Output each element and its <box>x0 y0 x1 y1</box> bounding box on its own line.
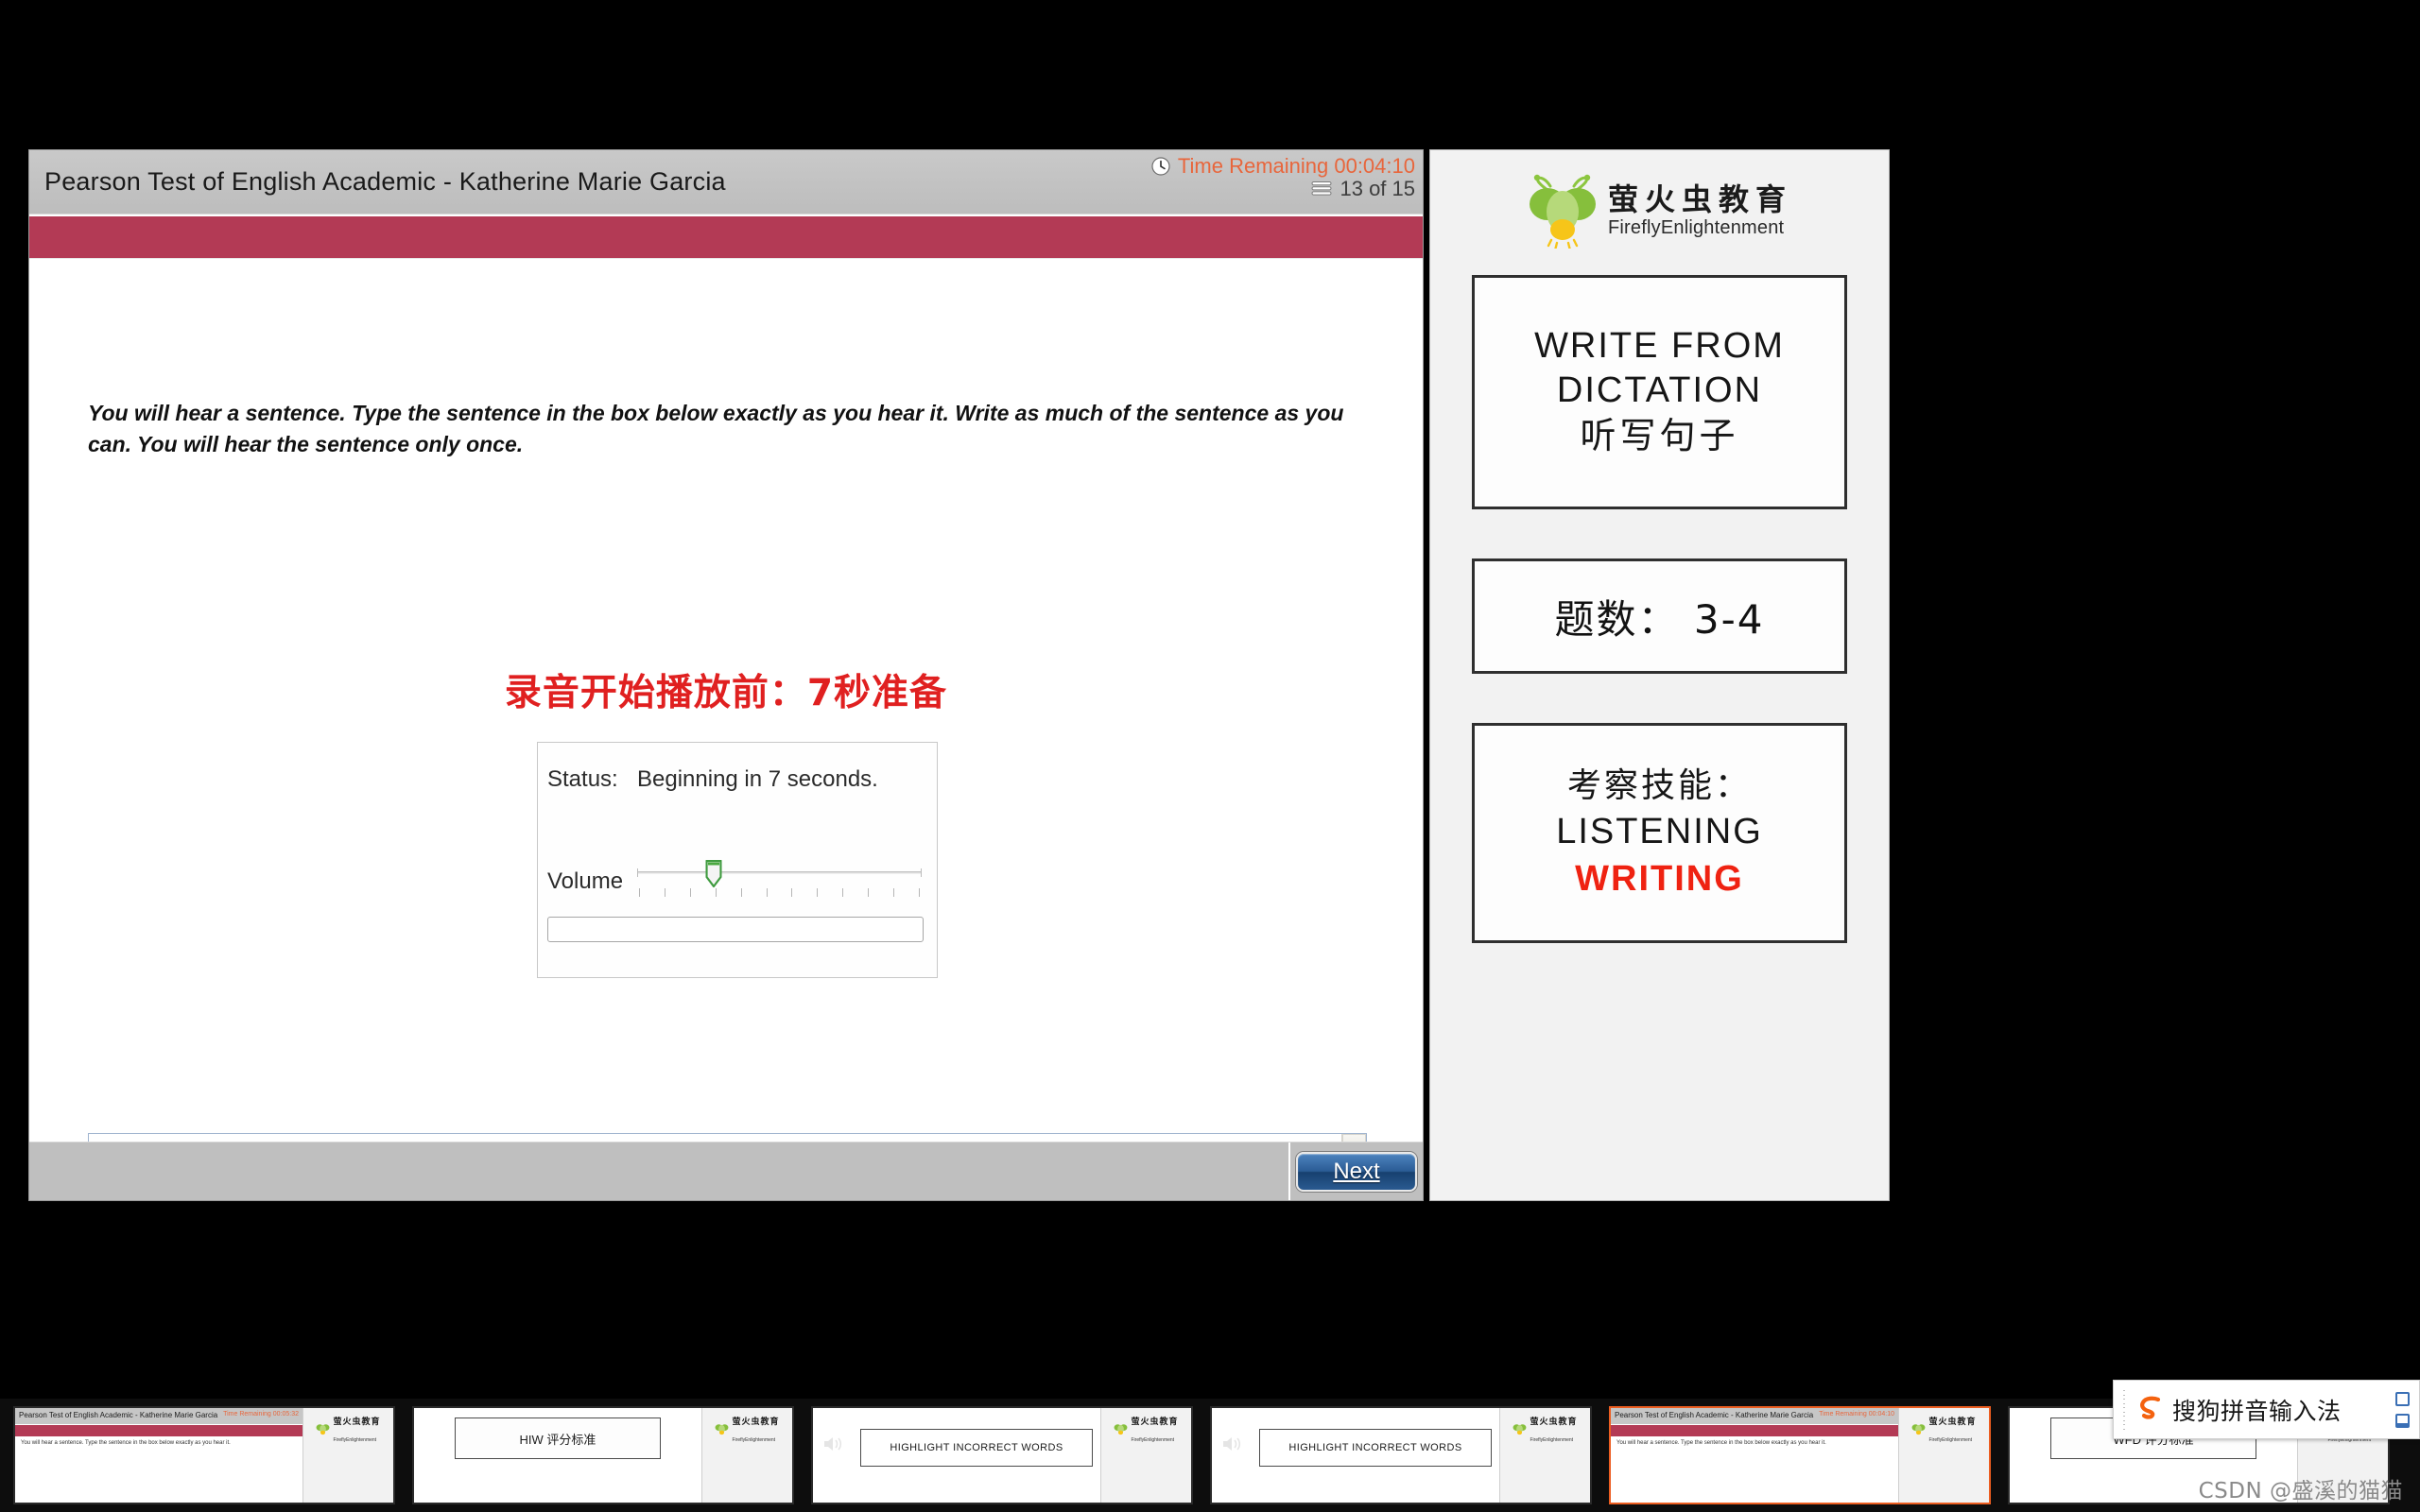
task-type-line2: DICTATION <box>1556 370 1763 411</box>
thumb-brand-cn: 萤火虫教育 <box>1530 1418 1578 1427</box>
thumb-brand-cn: 萤火虫教育 <box>333 1418 381 1427</box>
speaker-icon <box>1221 1435 1242 1458</box>
task-type-line1: WRITE FROM <box>1534 326 1785 367</box>
thumb-instructions: You will hear a sentence. Type the sente… <box>1616 1440 1826 1446</box>
volume-row: Volume <box>547 854 922 907</box>
next-button-cell: Next <box>1288 1143 1423 1200</box>
thumb-firefly-icon: 萤火虫教育 FireflyEnlightenment <box>715 1412 779 1446</box>
question-count-card: 题数： 3-4 <box>1472 558 1847 674</box>
thumb-firefly-icon: 萤火虫教育 FireflyEnlightenment <box>1114 1412 1178 1446</box>
pages-icon <box>1310 180 1333 197</box>
ime-tool-icons[interactable] <box>2395 1391 2410 1428</box>
thumb-title: Pearson Test of English Academic - Kathe… <box>1615 1411 1814 1419</box>
audio-status-value: Beginning in 7 seconds. <box>637 766 878 792</box>
brand-text: 萤火虫教育 FireflyEnlightenment <box>1607 181 1792 238</box>
audio-progress-bar <box>547 917 924 942</box>
volume-slider-ticks <box>639 888 920 897</box>
taskbar-thumb-3[interactable]: HIGHLIGHT INCORRECT WORDS 萤火虫教育 FireflyEn… <box>811 1406 1193 1504</box>
task-type-line3: 听写句子 <box>1580 415 1739 457</box>
audio-player-panel: Status: Beginning in 7 seconds. Volume <box>537 742 938 978</box>
task-instructions: You will hear a sentence. Type the sente… <box>88 401 1344 456</box>
taskbar-thumb-2[interactable]: HIW 评分标准 萤火虫教育 FireflyEnlightenment <box>412 1406 794 1504</box>
window-titlebar: Pearson Test of English Academic - Kathe… <box>29 150 1423 215</box>
volume-slider[interactable] <box>637 854 922 907</box>
taskbar-thumb-1[interactable]: Pearson Test of English Academic - Kathe… <box>13 1406 395 1504</box>
crimson-accent-bar <box>29 215 1423 259</box>
thumb-instructions: You will hear a sentence. Type the sente… <box>21 1440 231 1446</box>
brand-logo: 萤火虫教育 FireflyEnlightenment <box>1430 167 1889 254</box>
speaker-icon <box>822 1435 843 1458</box>
skill-listening: LISTENING <box>1556 812 1763 852</box>
skills-card: 考察技能： LISTENING WRITING <box>1472 723 1847 943</box>
ime-drag-handle[interactable] <box>2123 1381 2131 1438</box>
brand-name-en: FireflyEnlightenment <box>1607 216 1785 238</box>
page-title: Pearson Test of English Academic - Kathe… <box>44 167 726 196</box>
clock-icon <box>1150 156 1171 177</box>
exam-body: You will hear a sentence. Type the sente… <box>29 259 1423 1200</box>
skills-title: 考察技能： <box>1566 765 1752 805</box>
time-remaining-label: Time Remaining 00:04:10 <box>1177 154 1415 178</box>
thumb-timer: Time Remaining 00:05:32 <box>223 1411 299 1418</box>
next-button[interactable]: Next <box>1296 1151 1417 1192</box>
audio-status-row: Status: Beginning in 7 seconds. <box>547 766 878 793</box>
audio-status-label: Status: <box>547 766 618 792</box>
sogou-ime-panel[interactable]: 搜狗拼音输入法 <box>2113 1380 2420 1439</box>
thumb-card-label: HIGHLIGHT INCORRECT WORDS <box>1259 1429 1492 1467</box>
csdn-watermark: CSDN @盛溪的猫猫 <box>2198 1479 2403 1503</box>
volume-label: Volume <box>547 868 624 894</box>
time-remaining-row: Time Remaining 00:04:10 <box>1150 155 1415 178</box>
ime-keyboard-icon[interactable] <box>2395 1413 2410 1428</box>
timer-block: Time Remaining 00:04:10 13 of 15 <box>1150 155 1415 200</box>
thumb-timer: Time Remaining 00:04:10 <box>1819 1411 1894 1418</box>
volume-slider-track[interactable] <box>637 868 922 877</box>
skill-writing: WRITING <box>1575 858 1744 899</box>
question-progress-row: 13 of 15 <box>1150 176 1415 200</box>
taskbar-thumb-5-active[interactable]: Pearson Test of English Academic - Kathe… <box>1609 1406 1991 1504</box>
ime-circle-icon[interactable] <box>2395 1391 2410 1406</box>
thumb-brand-en: FireflyEnlightenment <box>732 1437 776 1443</box>
volume-slider-thumb[interactable] <box>705 860 722 888</box>
thumb-brand-en: FireflyEnlightenment <box>1928 1437 1973 1443</box>
info-sidebar: 萤火虫教育 FireflyEnlightenment WRITE FROM DI… <box>1429 149 1890 1201</box>
firefly-icon <box>1527 173 1599 250</box>
thumb-firefly-icon: 萤火虫教育 FireflyEnlightenment <box>1512 1412 1577 1446</box>
sogou-logo-icon <box>2135 1394 2167 1426</box>
thumb-brand-cn: 萤火虫教育 <box>1131 1418 1179 1427</box>
prep-time-annotation: 录音开始播放前：7秒准备 <box>504 672 948 714</box>
thumb-firefly-icon: 萤火虫教育 FireflyEnlightenment <box>316 1412 380 1446</box>
task-type-card: WRITE FROM DICTATION 听写句子 <box>1472 275 1847 509</box>
pte-exam-window: Pearson Test of English Academic - Kathe… <box>28 149 1424 1201</box>
question-progress-label: 13 of 15 <box>1340 176 1415 200</box>
question-count-text: 题数： 3-4 <box>1554 595 1765 643</box>
exam-footer: Next <box>29 1142 1423 1200</box>
thumb-brand-cn: 萤火虫教育 <box>732 1418 780 1427</box>
thumb-card-label: HIW 评分标准 <box>454 1418 662 1459</box>
screen-root: Pearson Test of English Academic - Kathe… <box>0 0 2420 1512</box>
taskbar-thumbnails: Pearson Test of English Academic - Kathe… <box>0 1399 2420 1512</box>
ime-name-label: 搜狗拼音输入法 <box>2172 1397 2342 1425</box>
thumb-title: Pearson Test of English Academic - Kathe… <box>19 1411 218 1419</box>
brand-name-cn: 萤火虫教育 <box>1607 181 1792 218</box>
thumb-brand-en: FireflyEnlightenment <box>1530 1437 1574 1443</box>
thumb-brand-en: FireflyEnlightenment <box>333 1437 377 1443</box>
next-button-label: Next <box>1333 1158 1380 1184</box>
thumb-firefly-icon: 萤火虫教育 FireflyEnlightenment <box>1911 1412 1976 1446</box>
thumb-card-label: HIGHLIGHT INCORRECT WORDS <box>860 1429 1093 1467</box>
taskbar-thumb-4[interactable]: HIGHLIGHT INCORRECT WORDS 萤火虫教育 FireflyEn… <box>1210 1406 1592 1504</box>
thumb-brand-cn: 萤火虫教育 <box>1928 1418 1977 1427</box>
thumb-brand-en: FireflyEnlightenment <box>1131 1437 1175 1443</box>
